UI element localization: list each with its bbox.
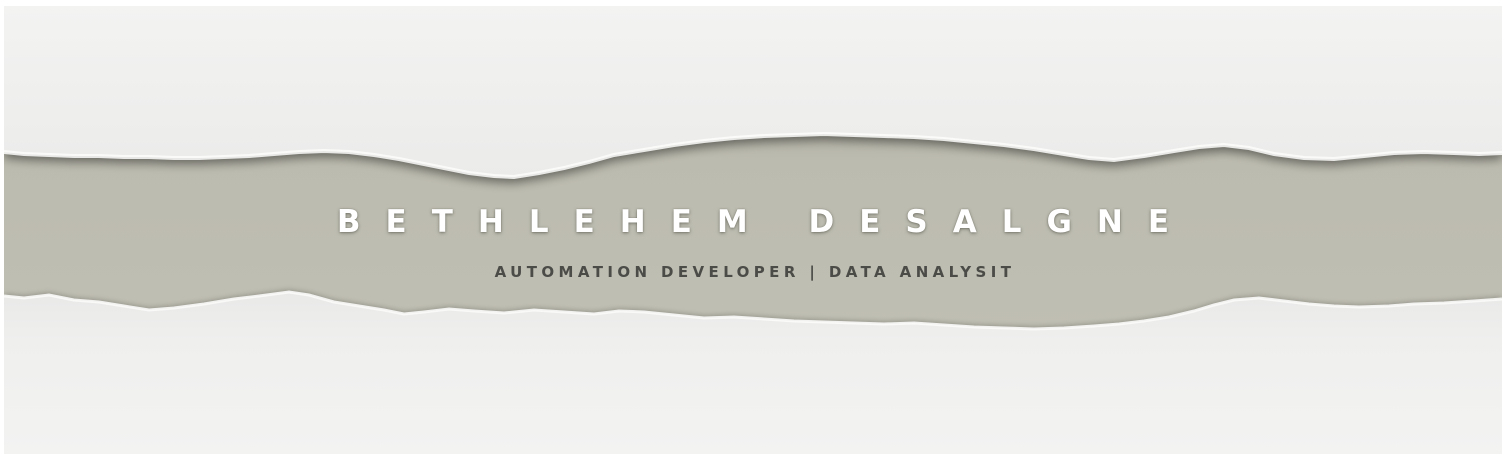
banner-name: BETHLEHEM DESALGNE xyxy=(336,204,1195,240)
banner: BETHLEHEM DESALGNE AUTOMATION DEVELOPER … xyxy=(0,0,1506,458)
banner-subtitle: AUTOMATION DEVELOPER | DATA ANALYSIT xyxy=(494,263,1016,281)
torn-paper-frame: BETHLEHEM DESALGNE AUTOMATION DEVELOPER … xyxy=(4,6,1502,454)
